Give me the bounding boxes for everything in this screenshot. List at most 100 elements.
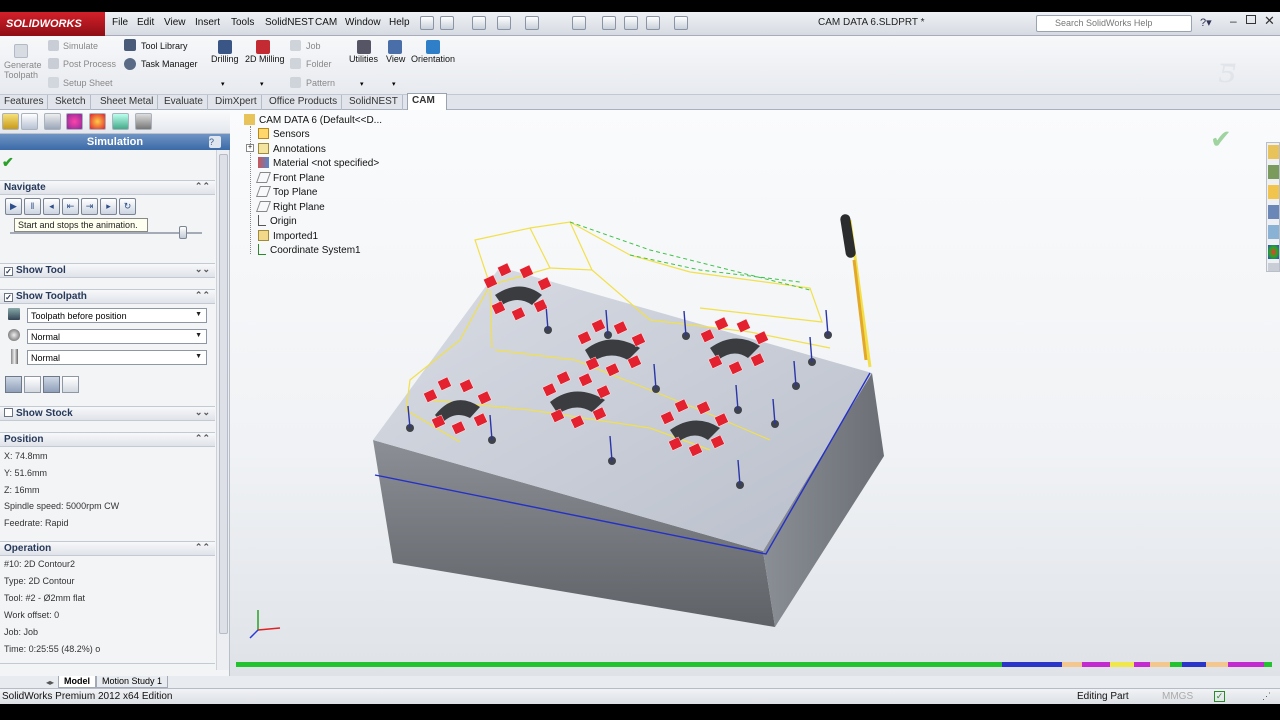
panel-help-button[interactable]: ? — [209, 136, 221, 148]
menu-solidnest[interactable]: SolidNEST — [265, 17, 314, 28]
resources-icon[interactable] — [1268, 145, 1279, 159]
step-back-button[interactable]: ◂ — [43, 198, 60, 215]
post-process-button[interactable]: Post Process — [63, 59, 116, 69]
task-manager-button[interactable]: Task Manager — [141, 59, 198, 69]
collapse-icon[interactable]: ⌃⌃ — [195, 542, 210, 553]
appearances-icon[interactable] — [1268, 245, 1279, 259]
generate-toolpath-button[interactable]: Generate Toolpath — [4, 60, 44, 80]
custom-properties-icon[interactable] — [1268, 263, 1279, 271]
property-manager-icon[interactable] — [21, 113, 38, 130]
help-icon[interactable]: ?▾ — [1200, 16, 1212, 29]
pattern-button[interactable]: Pattern — [306, 78, 335, 88]
position-section-header[interactable]: Position ⌃⌃ — [0, 432, 215, 447]
tab-features[interactable]: Features — [0, 95, 49, 110]
collapse-icon[interactable]: ⌃⌃ — [195, 181, 210, 192]
design-library-icon[interactable] — [1268, 165, 1279, 179]
expand-icon[interactable]: ⌄⌄ — [195, 407, 210, 418]
speed-slider-track[interactable] — [10, 232, 202, 234]
expand-icon[interactable]: ⌄⌄ — [195, 264, 210, 275]
view-palette-icon[interactable] — [1268, 225, 1279, 239]
menu-cam[interactable]: CAM — [315, 17, 337, 28]
simulation-timeline[interactable] — [236, 662, 1272, 667]
setup-sheet-button[interactable]: Setup Sheet — [63, 78, 113, 88]
select-icon[interactable] — [602, 16, 616, 30]
cam-operations-icon[interactable] — [112, 113, 129, 130]
tab-solidnest[interactable]: SolidNEST — [345, 95, 403, 110]
show-tool-section-header[interactable]: ✓ Show Tool ⌄⌄ — [0, 263, 215, 278]
end-button[interactable]: ↻ — [119, 198, 136, 215]
cam-feature-tree-icon[interactable] — [2, 113, 19, 130]
toolpath-vectors-button[interactable] — [62, 376, 79, 393]
play-button[interactable]: ▶ — [5, 198, 22, 215]
toolpath-ends-button[interactable] — [24, 376, 41, 393]
pin-icon[interactable] — [420, 16, 434, 30]
minimize-icon[interactable]: – — [1230, 14, 1237, 28]
file-properties-icon[interactable] — [646, 16, 660, 30]
tab-sketch[interactable]: Sketch — [51, 95, 91, 110]
menu-window[interactable]: Window — [345, 17, 381, 28]
undo-icon[interactable] — [572, 16, 586, 30]
show-toolpath-checkbox[interactable]: ✓ — [4, 293, 13, 302]
rebuild-icon[interactable] — [624, 16, 638, 30]
tab-dimxpert[interactable]: DimXpert — [211, 95, 262, 110]
toolpath-points-button[interactable] — [43, 376, 60, 393]
simulate-button[interactable]: Simulate — [63, 41, 98, 51]
pause-button[interactable]: ‖ — [24, 198, 41, 215]
tab-sheet-metal[interactable]: Sheet Metal — [96, 95, 159, 110]
menu-tools[interactable]: Tools — [231, 17, 254, 28]
collapse-icon[interactable]: ⌃⌃ — [195, 290, 210, 301]
utilities-dropdown-icon[interactable]: ▾ — [360, 80, 364, 88]
show-stock-checkbox[interactable] — [4, 408, 13, 417]
status-units[interactable]: MMGS — [1162, 691, 1193, 702]
tab-evaluate[interactable]: Evaluate — [160, 95, 208, 110]
holder-display-select[interactable]: Normal ▼ — [27, 350, 207, 365]
menu-view[interactable]: View — [164, 17, 186, 28]
show-tool-checkbox[interactable]: ✓ — [4, 267, 13, 276]
show-stock-section-header[interactable]: Show Stock ⌄⌄ — [0, 406, 215, 421]
tab-office-products[interactable]: Office Products — [265, 95, 343, 110]
view-dropdown-icon[interactable]: ▾ — [392, 80, 396, 88]
step-back-operation-button[interactable]: ⇤ — [62, 198, 79, 215]
tool-library-button[interactable]: Tool Library — [141, 41, 188, 51]
tab-cam[interactable]: CAM — [407, 93, 447, 111]
toolpath-color-button[interactable] — [5, 376, 22, 393]
orientation-button[interactable]: Orientation — [411, 54, 455, 64]
file-explorer-icon[interactable] — [1268, 185, 1279, 199]
tab-motion-study-1[interactable]: Motion Study 1 — [96, 676, 169, 688]
drilling-button[interactable]: Drilling — [211, 54, 239, 64]
tool-display-select[interactable]: Normal ▼ — [27, 329, 207, 344]
rebuild-status-icon[interactable]: ✓ — [1214, 691, 1225, 702]
show-toolpath-section-header[interactable]: ✓ Show Toolpath ⌃⌃ — [0, 289, 215, 304]
milling-dropdown-icon[interactable]: ▾ — [260, 80, 264, 88]
panel-scrollbar[interactable] — [216, 150, 229, 670]
open-document-icon[interactable] — [472, 16, 486, 30]
search-results-icon[interactable] — [1268, 205, 1279, 219]
menu-help[interactable]: Help — [389, 17, 410, 28]
model-view[interactable] — [230, 110, 1266, 662]
ok-check-icon[interactable]: ✔ — [2, 154, 14, 171]
folder-button[interactable]: Folder — [306, 59, 332, 69]
print-icon[interactable] — [525, 16, 539, 30]
step-forward-button[interactable]: ▸ — [100, 198, 117, 215]
view-button[interactable]: View — [386, 54, 405, 64]
search-input[interactable]: Search SolidWorks Help — [1036, 15, 1192, 32]
save-icon[interactable] — [497, 16, 511, 30]
operation-section-header[interactable]: Operation ⌃⌃ — [0, 541, 215, 556]
drilling-dropdown-icon[interactable]: ▾ — [221, 80, 225, 88]
step-forward-operation-button[interactable]: ⇥ — [81, 198, 98, 215]
toolpath-mode-select[interactable]: Toolpath before position ▼ — [27, 308, 207, 323]
milling-2d-button[interactable]: 2D Milling — [245, 54, 285, 64]
navigate-section-header[interactable]: Navigate ⌃⌃ — [0, 180, 215, 195]
maximize-icon[interactable] — [1246, 15, 1256, 24]
speed-slider-thumb[interactable] — [178, 226, 187, 239]
job-button[interactable]: Job — [306, 41, 321, 51]
menu-insert[interactable]: Insert — [195, 17, 220, 28]
new-document-icon[interactable] — [440, 16, 454, 30]
scroll-left-icon[interactable]: ◂▸ — [46, 678, 54, 687]
options-icon[interactable] — [674, 16, 688, 30]
display-manager-icon[interactable] — [89, 113, 106, 130]
solidworks-logo[interactable]: SOLIDWORKS — [0, 12, 105, 36]
dimxpert-icon[interactable] — [66, 113, 83, 130]
utilities-button[interactable]: Utilities — [349, 54, 378, 64]
tab-model[interactable]: Model — [58, 676, 96, 688]
